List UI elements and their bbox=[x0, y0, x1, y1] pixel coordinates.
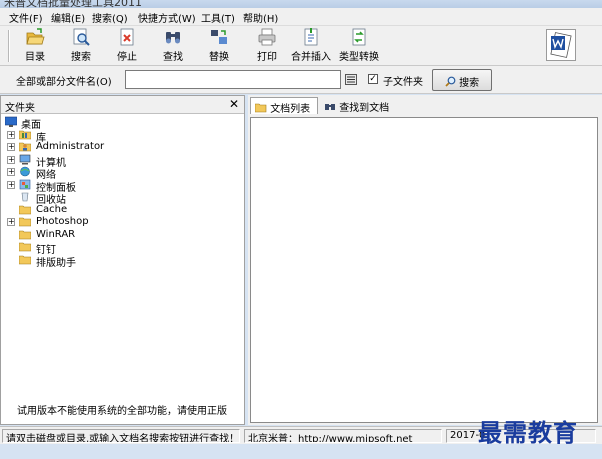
filename-label: 全部或部分文件名(O) bbox=[16, 77, 112, 88]
browse-button[interactable] bbox=[345, 74, 357, 85]
toolbar-directory-label: 目录 bbox=[25, 52, 45, 63]
toolbar-merge-insert-button[interactable]: 合并插入 bbox=[290, 27, 332, 63]
folder-open-icon bbox=[254, 103, 267, 113]
tab-document-list-label: 文档列表 bbox=[270, 104, 311, 115]
folder-panel-title: 文件夹 bbox=[5, 103, 35, 114]
stop-icon bbox=[120, 28, 134, 46]
folder-open-icon bbox=[26, 28, 45, 45]
tree-node-label: WinRAR bbox=[36, 228, 76, 240]
status-vendor: 北京米普：http://www.mipsoft.net bbox=[244, 429, 442, 443]
tree-node-label: Administrator bbox=[36, 141, 105, 152]
filename-input[interactable] bbox=[125, 70, 341, 89]
toolbar-print-button[interactable]: 打印 bbox=[246, 27, 288, 63]
menu-tools[interactable]: 工具(T) bbox=[201, 10, 235, 25]
tab-found-documents[interactable]: 查找到文档 bbox=[320, 97, 406, 114]
toolbar-stop-label: 停止 bbox=[117, 52, 137, 63]
folder-panel-header: 文件夹 ✕ bbox=[1, 96, 244, 114]
toolbar-merge-insert-label: 合并插入 bbox=[291, 52, 331, 63]
title-bar: 米普文档批量处理工具2011 bbox=[0, 0, 602, 8]
expand-toggle[interactable]: + bbox=[7, 168, 15, 176]
status-hint: 请双击磁盘或目录,或输入文档名搜索按钮进行查找！ bbox=[2, 429, 240, 443]
toolbar-grip bbox=[8, 30, 10, 62]
magnifier-icon bbox=[445, 76, 456, 87]
watermark: 最需教育 bbox=[478, 418, 578, 447]
expand-toggle[interactable]: + bbox=[7, 130, 15, 139]
toolbar-directory-button[interactable]: 目录 bbox=[14, 27, 56, 63]
menu-shortcut[interactable]: 快捷方式(W) bbox=[138, 10, 196, 25]
folder-icon bbox=[19, 230, 31, 239]
toolbar-replace-button[interactable]: 替换 bbox=[198, 27, 240, 63]
expand-toggle[interactable]: + bbox=[7, 155, 15, 164]
folder-panel: 文件夹 ✕ 桌面 + 库 + Administrator + 计算机 + 网络 bbox=[0, 95, 245, 425]
tab-document-list[interactable]: 文档列表 bbox=[250, 97, 318, 115]
toolbar-print-label: 打印 bbox=[257, 52, 277, 63]
trial-notice: 试用版本不能使用系统的全部功能，请使用正版 bbox=[17, 406, 227, 417]
toolbar-stop-button[interactable]: 停止 bbox=[106, 27, 148, 63]
recycle-bin-icon bbox=[21, 192, 29, 202]
tab-found-documents-label: 查找到文档 bbox=[339, 103, 390, 114]
tree-node-label: 排版助手 bbox=[36, 257, 76, 269]
search-bar: 全部或部分文件名(O) ✓ 子文件夹 搜索 bbox=[0, 66, 602, 94]
expand-toggle[interactable]: + bbox=[7, 143, 15, 151]
merge-insert-icon bbox=[304, 28, 318, 46]
menu-help[interactable]: 帮助(H) bbox=[243, 10, 278, 25]
menu-edit[interactable]: 编辑(E) bbox=[51, 10, 85, 25]
expand-toggle[interactable]: + bbox=[7, 218, 15, 226]
close-icon[interactable]: ✕ bbox=[229, 97, 239, 111]
binoculars-icon bbox=[325, 104, 335, 110]
tree-node-label: Photoshop bbox=[36, 216, 89, 227]
toolbar-replace-label: 替换 bbox=[209, 52, 229, 63]
search-icon bbox=[73, 28, 90, 46]
app-logo bbox=[546, 29, 576, 61]
word-document-icon bbox=[550, 32, 572, 58]
control-panel-icon bbox=[19, 179, 31, 189]
toolbar-find-label: 查找 bbox=[163, 52, 183, 63]
menu-bar: 文件(F) 编辑(E) 搜索(Q) 快捷方式(W) 工具(T) 帮助(H) bbox=[0, 8, 602, 26]
folder-icon bbox=[19, 242, 31, 252]
user-folder-icon bbox=[19, 142, 31, 152]
toolbar-search-label: 搜索 bbox=[71, 52, 91, 63]
library-icon bbox=[19, 130, 31, 139]
printer-icon bbox=[258, 28, 276, 46]
folder-icon bbox=[19, 205, 31, 214]
menu-file[interactable]: 文件(F) bbox=[9, 10, 43, 25]
window-title: 米普文档批量处理工具2011 bbox=[4, 0, 142, 8]
browse-icon bbox=[347, 76, 355, 83]
folder-icon bbox=[19, 217, 31, 227]
type-convert-icon bbox=[352, 28, 366, 46]
subfolder-label: 子文件夹 bbox=[383, 77, 423, 88]
expand-toggle[interactable]: + bbox=[7, 180, 15, 189]
binoculars-icon bbox=[166, 32, 180, 44]
toolbar: 目录 搜索 停止 查找 替换 打印 合并插入 类型转换 bbox=[0, 26, 602, 66]
menu-search[interactable]: 搜索(Q) bbox=[92, 10, 128, 25]
computer-icon bbox=[19, 154, 31, 164]
document-list[interactable] bbox=[250, 117, 598, 423]
toolbar-type-convert-button[interactable]: 类型转换 bbox=[338, 27, 380, 63]
network-icon bbox=[20, 166, 30, 177]
folder-icon bbox=[19, 255, 31, 264]
result-panel: 文档列表 查找到文档 bbox=[248, 95, 602, 425]
tree-node-label: Cache bbox=[36, 203, 68, 215]
search-button-label: 搜索 bbox=[459, 78, 480, 89]
toolbar-find-button[interactable]: 查找 bbox=[152, 27, 194, 63]
toolbar-search-button[interactable]: 搜索 bbox=[60, 27, 102, 63]
subfolder-checkbox[interactable]: ✓ bbox=[368, 74, 378, 84]
toolbar-type-convert-label: 类型转换 bbox=[339, 52, 379, 63]
replace-icon bbox=[211, 30, 227, 44]
desktop-icon bbox=[5, 116, 17, 127]
search-button[interactable]: 搜索 bbox=[432, 69, 492, 91]
